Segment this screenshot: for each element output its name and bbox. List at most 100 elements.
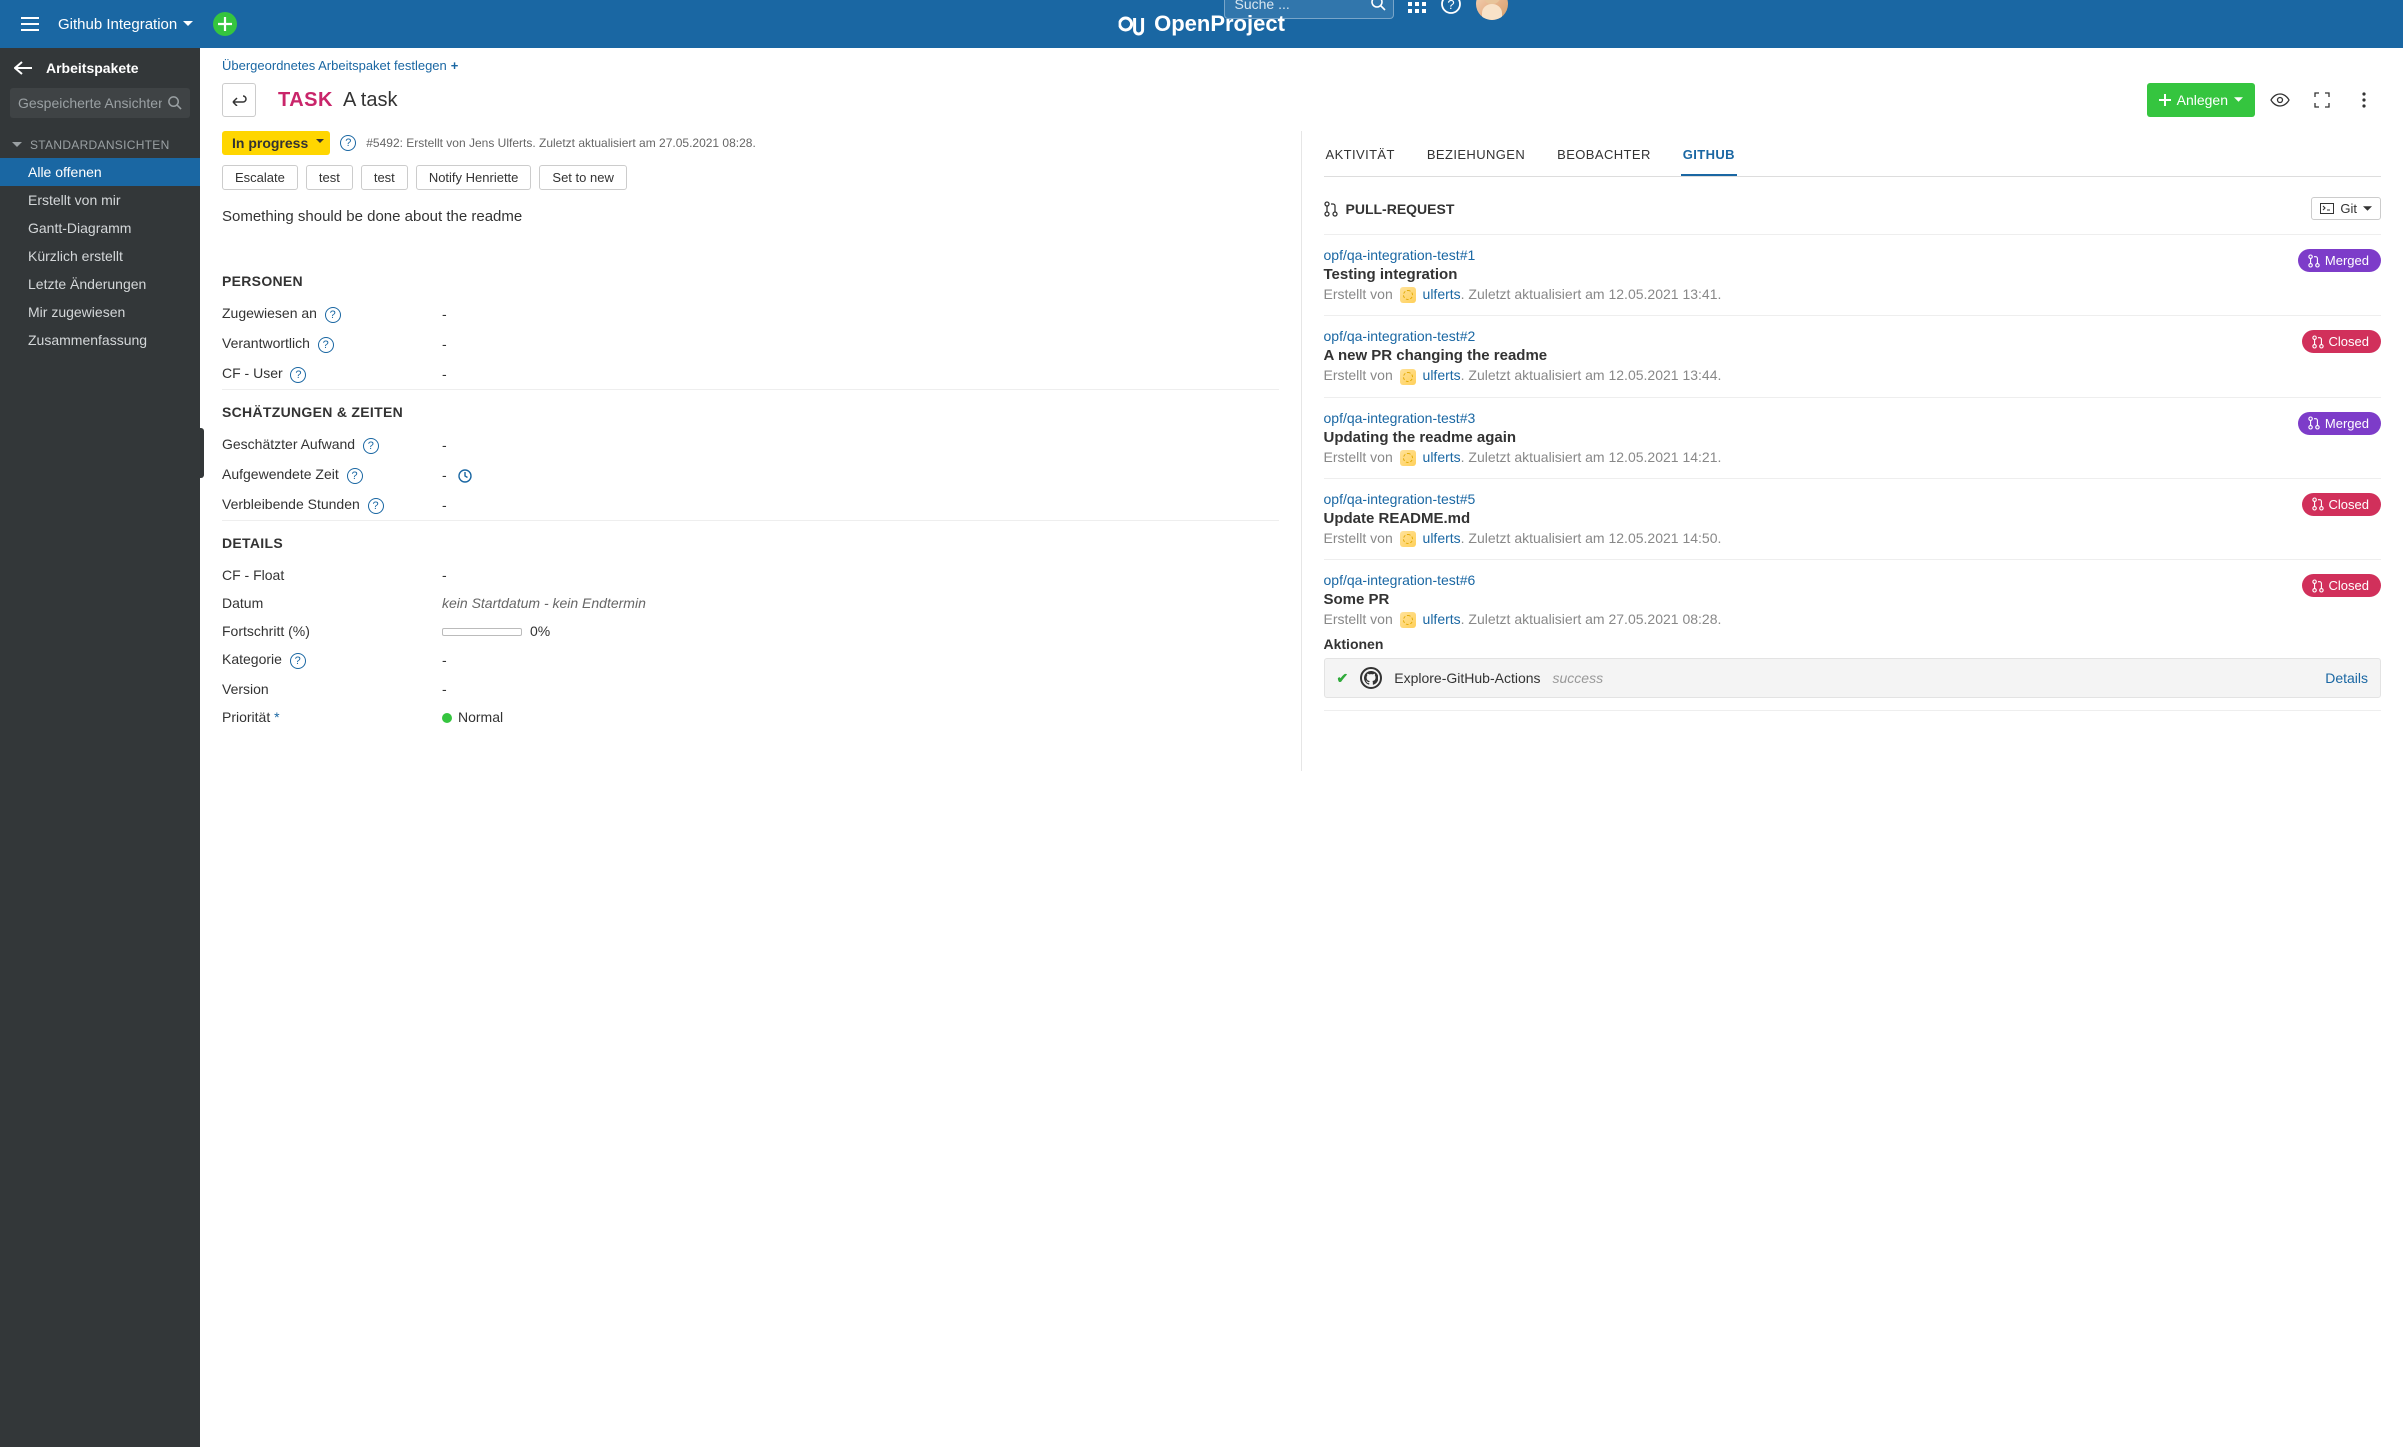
help-icon[interactable]: ?: [325, 307, 341, 323]
field-value[interactable]: -: [442, 567, 447, 583]
field-value[interactable]: kein Startdatum - kein Endtermin: [442, 595, 646, 611]
check-icon: ✔: [1337, 670, 1349, 687]
help-icon[interactable]: ?: [1440, 0, 1462, 15]
section-header: SCHÄTZUNGEN & ZEITEN: [222, 389, 1279, 420]
back-arrow-icon[interactable]: [14, 61, 32, 75]
pr-repo-link[interactable]: opf/qa-integration-test#3: [1324, 410, 1476, 426]
hamburger-menu-icon[interactable]: [10, 17, 50, 31]
modules-icon[interactable]: [1408, 0, 1426, 13]
pull-request-icon: [1324, 201, 1338, 217]
custom-action-button[interactable]: Notify Henriette: [416, 165, 532, 190]
sidebar-item[interactable]: Alle offenen: [0, 158, 200, 186]
help-icon[interactable]: ?: [340, 135, 356, 151]
sidebar-item[interactable]: Letzte Änderungen: [0, 270, 200, 298]
set-parent-link[interactable]: Übergeordnetes Arbeitspaket festlegen: [222, 58, 447, 73]
field-row: CF - Float-: [222, 561, 1279, 589]
pr-user-link[interactable]: ulferts: [1423, 449, 1461, 465]
chevron-down-icon: [2234, 97, 2243, 103]
pull-request-item: opf/qa-integration-test#3 Updating the re…: [1324, 398, 2382, 479]
pr-title: Updating the readme again: [1324, 429, 2382, 446]
tab-beobachter[interactable]: BEOBACHTER: [1555, 141, 1653, 176]
saved-views-search-input[interactable]: [10, 88, 190, 118]
field-row: Version-: [222, 675, 1279, 703]
custom-action-button[interactable]: Set to new: [539, 165, 626, 190]
field-row: Zugewiesen an ?-: [222, 299, 1279, 329]
pr-repo-link[interactable]: opf/qa-integration-test#6: [1324, 572, 1476, 588]
pr-section-header: PULL-REQUEST: [1324, 201, 1455, 217]
more-menu-button[interactable]: [2347, 83, 2381, 117]
help-icon[interactable]: ?: [347, 468, 363, 484]
field-value[interactable]: -: [442, 681, 447, 697]
field-value[interactable]: -: [442, 467, 472, 483]
action-details-link[interactable]: Details: [2325, 670, 2368, 686]
git-dropdown[interactable]: Git: [2311, 197, 2381, 220]
pull-request-item: opf/qa-integration-test#2 A new PR changi…: [1324, 316, 2382, 397]
field-value[interactable]: -: [442, 366, 447, 382]
actions-label: Aktionen: [1324, 636, 2382, 652]
pr-user-link[interactable]: ulferts: [1423, 530, 1461, 546]
custom-action-button[interactable]: test: [361, 165, 408, 190]
progress-bar: [442, 628, 522, 636]
sidebar-item[interactable]: Erstellt von mir: [0, 186, 200, 214]
tab-github[interactable]: GITHUB: [1681, 141, 1737, 176]
field-value[interactable]: -: [442, 652, 447, 668]
sidebar: Arbeitspakete STANDARDANSICHTEN Alle off…: [0, 48, 200, 1447]
sidebar-section-header[interactable]: STANDARDANSICHTEN: [0, 128, 200, 158]
create-button[interactable]: Anlegen: [2147, 83, 2255, 117]
pr-user-link[interactable]: ulferts: [1423, 367, 1461, 383]
help-icon[interactable]: ?: [290, 367, 306, 383]
status-selector[interactable]: In progress: [222, 131, 330, 155]
pr-repo-link[interactable]: opf/qa-integration-test#1: [1324, 247, 1476, 263]
sidebar-item[interactable]: Gantt-Diagramm: [0, 214, 200, 242]
custom-action-button[interactable]: test: [306, 165, 353, 190]
quick-add-button[interactable]: [213, 12, 237, 36]
pr-repo-link[interactable]: opf/qa-integration-test#5: [1324, 491, 1476, 507]
pr-title: Some PR: [1324, 591, 2382, 608]
search-input[interactable]: [1224, 0, 1394, 19]
custom-action-button[interactable]: Escalate: [222, 165, 298, 190]
tab-beziehungen[interactable]: BEZIEHUNGEN: [1425, 141, 1527, 176]
plus-icon: [218, 17, 232, 31]
pr-repo-link[interactable]: opf/qa-integration-test#2: [1324, 328, 1476, 344]
sidebar-item[interactable]: Mir zugewiesen: [0, 298, 200, 326]
action-status: success: [1553, 670, 1604, 686]
field-value[interactable]: -: [442, 497, 447, 513]
watch-button[interactable]: [2263, 83, 2297, 117]
pr-user-link[interactable]: ulferts: [1423, 611, 1461, 627]
sidebar-item[interactable]: Zusammenfassung: [0, 326, 200, 354]
help-icon[interactable]: ?: [318, 337, 334, 353]
pr-meta: Erstellt von ulferts. Zuletzt aktualisie…: [1324, 530, 2382, 547]
tab-aktivität[interactable]: AKTIVITÄT: [1324, 141, 1397, 176]
project-selector[interactable]: Github Integration: [50, 16, 201, 33]
fullscreen-icon: [2314, 92, 2330, 108]
pr-state-badge: Closed: [2302, 574, 2381, 597]
back-button[interactable]: [222, 83, 256, 117]
field-value[interactable]: 0%: [442, 623, 550, 639]
field-row: Fortschritt (%)0%: [222, 617, 1279, 645]
sidebar-item[interactable]: Kürzlich erstellt: [0, 242, 200, 270]
field-value[interactable]: -: [442, 306, 447, 322]
eye-icon: [2270, 93, 2290, 107]
wp-type[interactable]: TASK: [278, 89, 333, 112]
search-icon[interactable]: [1370, 0, 1386, 11]
priority-dot-icon: [442, 713, 452, 723]
pr-title: A new PR changing the readme: [1324, 347, 2382, 364]
wp-description[interactable]: Something should be done about the readm…: [222, 208, 1279, 225]
field-value[interactable]: Normal: [442, 709, 503, 725]
sidebar-collapse-handle[interactable]: [196, 428, 204, 478]
field-value[interactable]: -: [442, 437, 447, 453]
field-label: Zugewiesen an ?: [222, 305, 442, 323]
wp-subject[interactable]: A task: [343, 89, 397, 112]
help-icon[interactable]: ?: [363, 438, 379, 454]
help-icon[interactable]: ?: [290, 653, 306, 669]
help-icon[interactable]: ?: [368, 498, 384, 514]
pr-state-badge: Closed: [2302, 493, 2381, 516]
pr-user-link[interactable]: ulferts: [1423, 286, 1461, 302]
search-icon[interactable]: [167, 95, 182, 110]
wp-meta-text: #5492: Erstellt von Jens Ulferts. Zuletz…: [366, 136, 756, 150]
pull-request-item: opf/qa-integration-test#5Update README.m…: [1324, 479, 2382, 560]
user-avatar[interactable]: [1476, 0, 1508, 20]
fullscreen-button[interactable]: [2305, 83, 2339, 117]
field-value[interactable]: -: [442, 336, 447, 352]
pr-state-badge: Closed: [2302, 330, 2381, 353]
